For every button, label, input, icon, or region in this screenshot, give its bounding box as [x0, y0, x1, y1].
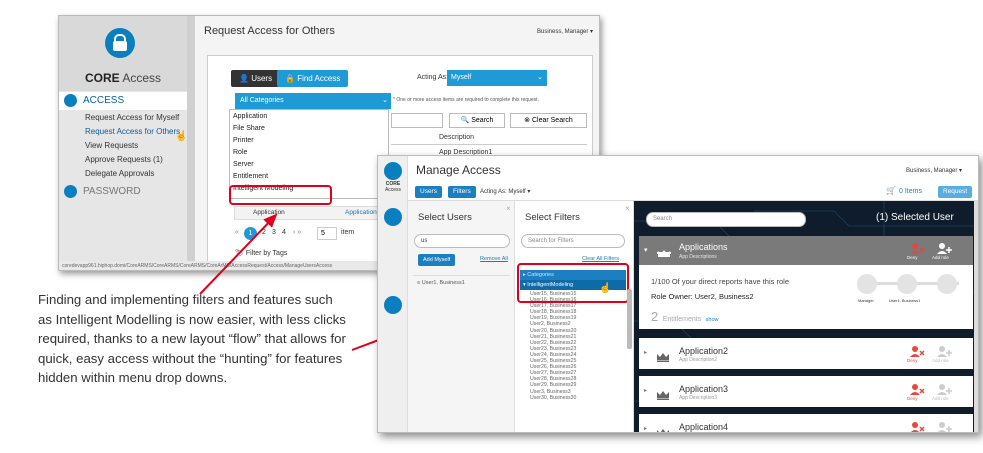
- remove-all-link[interactable]: Remove All: [480, 256, 508, 262]
- left-rail: CORE Access: [378, 156, 408, 432]
- approval-step: [937, 274, 957, 294]
- approval-step: [897, 274, 917, 294]
- add-role-label[interactable]: Add role: [932, 358, 949, 363]
- rail-brand: CORE Access: [384, 181, 402, 193]
- collapse-chevron-icon[interactable]: ▾: [644, 246, 648, 254]
- filter-user-list: User15, Business15 User16, Business16 Us…: [530, 291, 622, 432]
- close-icon[interactable]: ×: [625, 204, 630, 213]
- expand-chevron-icon[interactable]: ▸: [644, 387, 647, 394]
- crown-icon: [656, 387, 670, 405]
- application-description: App Descriptions: [679, 254, 717, 260]
- results-scrollbar[interactable]: [974, 201, 978, 432]
- list-item[interactable]: User30, Business30: [530, 395, 622, 401]
- user-icon[interactable]: [384, 208, 402, 226]
- crown-icon: [656, 349, 670, 367]
- select-users-panel: Select Users × us Add Myself Remove All …: [408, 201, 515, 432]
- application-card-expanded: ▾ Applications App Descriptions Deny Add…: [639, 236, 973, 329]
- clear-all-filters-link[interactable]: Clear All Filters: [582, 256, 619, 262]
- expand-chevron-icon[interactable]: ▸: [644, 425, 647, 432]
- add-role-icon[interactable]: [936, 420, 952, 432]
- select-users-title: Select Users: [418, 212, 472, 223]
- filters-tab[interactable]: Filters: [448, 186, 476, 198]
- cart-icon[interactable]: 🛒: [886, 186, 896, 195]
- application-name: Applications: [679, 242, 728, 252]
- results-search-input[interactable]: Search: [646, 212, 806, 227]
- top-bar: Manage Access Business, Manager ▾ Users …: [408, 156, 978, 201]
- deny-user-icon[interactable]: [909, 241, 925, 254]
- application-name: Application4: [679, 422, 729, 432]
- application-card[interactable]: ▸ Application4: [639, 414, 973, 432]
- list-scrollbar[interactable]: [627, 289, 632, 349]
- approval-step: [857, 274, 877, 294]
- add-role-label[interactable]: Add role: [932, 255, 949, 260]
- deny-user-icon[interactable]: [909, 420, 925, 432]
- show-entitlements-link[interactable]: show: [706, 317, 719, 323]
- request-button[interactable]: Request: [938, 186, 973, 198]
- acting-as-menu[interactable]: Acting As: Myself ▾: [480, 188, 530, 195]
- filter-search-input[interactable]: Search for Filters: [521, 234, 625, 248]
- application-description: App Description3: [679, 395, 718, 401]
- approval-step-label: User1, Business1: [889, 298, 921, 303]
- expand-chevron-icon[interactable]: ▸: [644, 349, 647, 356]
- entitlements-summary: 2 Entitlements show: [651, 309, 719, 324]
- page-title: Manage Access: [416, 163, 501, 177]
- lock-icon[interactable]: [384, 296, 402, 314]
- close-icon[interactable]: ×: [506, 204, 511, 213]
- application-name: Application3: [679, 384, 729, 394]
- cart-items[interactable]: 0 Items: [899, 188, 922, 195]
- application-name: Application2: [679, 346, 729, 356]
- deny-label[interactable]: Deny: [907, 358, 918, 363]
- new-manage-access-screen: CORE Access Manage Access Business, Manag…: [377, 155, 979, 433]
- role-owner-text: Role Owner: User2, Business2: [651, 292, 754, 301]
- deny-label[interactable]: Deny: [907, 396, 918, 401]
- divider: [413, 275, 510, 276]
- selected-user-count: (1) Selected User: [876, 212, 954, 223]
- lock-icon: [384, 162, 402, 180]
- crown-icon: [656, 425, 670, 432]
- user-search-input[interactable]: us: [414, 234, 510, 248]
- user-menu[interactable]: Business, Manager ▾: [906, 167, 962, 174]
- arrow-to-old-highlight: [199, 213, 278, 295]
- add-role-icon[interactable]: [936, 241, 952, 254]
- users-tab[interactable]: Users: [415, 186, 442, 198]
- add-role-label[interactable]: Add role: [932, 396, 949, 401]
- add-myself-button[interactable]: Add Myself: [418, 254, 456, 266]
- application-card[interactable]: ▸ Application2 App Description2 Deny Add…: [639, 338, 973, 369]
- selected-user[interactable]: ≡ User1, Business1: [417, 280, 465, 286]
- select-filters-title: Select Filters: [525, 212, 580, 223]
- application-card[interactable]: ▸ Application3 App Description3 Deny Add…: [639, 376, 973, 407]
- select-filters-panel: Select Filters × Search for Filters Clea…: [515, 201, 634, 432]
- direct-reports-text: 1/100 Of your direct reports have this r…: [651, 277, 789, 286]
- approval-step-label: Manager: [858, 298, 874, 303]
- crown-icon: [657, 245, 671, 257]
- deny-label[interactable]: Deny: [907, 255, 918, 260]
- application-description: App Description2: [679, 357, 718, 363]
